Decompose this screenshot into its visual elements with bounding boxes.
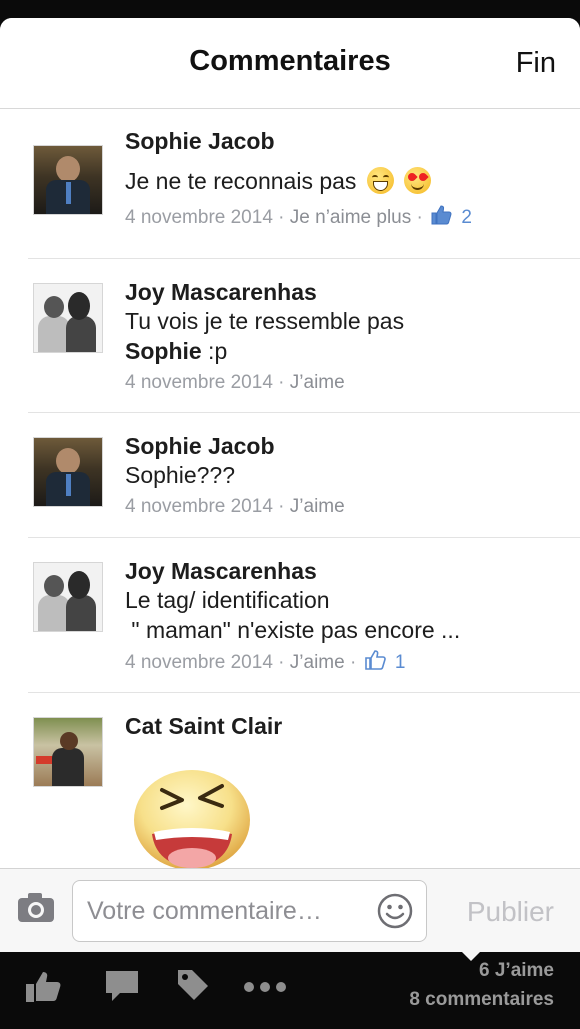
comment-author[interactable]: Sophie Jacob [125, 432, 562, 460]
like-count: 2 [461, 207, 472, 228]
comment-item: Joy Mascarenhas Le tag/ identification "… [28, 538, 580, 693]
comment-body-line: " maman" n'existe pas encore ... [125, 617, 461, 643]
comment-meta: 4 novembre 2014 · J’aime [125, 372, 345, 393]
comment-meta: 4 novembre 2014 · Je n’aime plus · 2 [125, 204, 562, 234]
comment-author[interactable]: Joy Mascarenhas [125, 278, 562, 306]
comments-sheet: Commentaires Fin Sophie Jacob Je ne te r… [0, 18, 580, 952]
avatar[interactable] [33, 437, 103, 507]
comment-item: Sophie Jacob Sophie??? 4 novembre 2014 ·… [28, 413, 580, 538]
comment-body-line: Tu vois je te ressemble pas [125, 308, 405, 334]
comment-input[interactable]: Votre commentaire… [72, 880, 427, 942]
bottom-action-bar: 6 J’aime 8 commentaires [0, 952, 580, 1029]
unlike-button[interactable]: Je n’aime plus [290, 207, 411, 228]
header: Commentaires Fin [0, 18, 580, 109]
comment-body-line: :p [201, 338, 228, 364]
comment-text: Le tag/ identification " maman" n'existe… [125, 585, 562, 645]
avatar[interactable] [33, 283, 103, 353]
smiley-icon[interactable] [377, 893, 413, 934]
more-icon[interactable] [243, 980, 287, 998]
heart-eyes-emoji-icon [404, 167, 432, 194]
comment-date: 4 novembre 2014 [125, 372, 273, 393]
comment-meta: 4 novembre 2014 · J’aime [125, 496, 345, 517]
avatar[interactable] [33, 717, 103, 787]
avatar[interactable] [33, 145, 103, 215]
camera-icon[interactable] [17, 891, 55, 928]
comment-author[interactable]: Sophie Jacob [125, 127, 562, 155]
like-button[interactable]: J’aime [290, 372, 345, 393]
page-title: Commentaires [189, 45, 391, 77]
sheet-pointer [458, 948, 484, 961]
avatar[interactable] [33, 562, 103, 632]
done-button[interactable]: Fin [516, 47, 556, 80]
comment-date: 4 novembre 2014 [125, 496, 273, 517]
comment-item: Cat Saint Clair [28, 693, 580, 893]
comment-input-placeholder: Votre commentaire… [87, 897, 322, 925]
publish-button[interactable]: Publier [467, 896, 554, 928]
comment-item: Sophie Jacob Je ne te reconnais pas 4 no… [28, 109, 580, 259]
comment-body-line: Le tag/ identification [125, 587, 330, 613]
laughing-face-sticker-icon[interactable] [132, 764, 252, 872]
comment-text: Tu vois je te ressemble pas Sophie :p [125, 306, 562, 366]
comment-icon[interactable] [104, 968, 140, 1009]
like-icon[interactable] [24, 968, 64, 1009]
comment-text: Je ne te reconnais pas [125, 166, 562, 196]
comment-body: Je ne te reconnais pas [125, 168, 357, 194]
comments-summary[interactable]: 8 commentaires [409, 989, 554, 1011]
likes-summary[interactable]: 6 J’aime [479, 960, 554, 982]
like-button[interactable]: J’aime [290, 496, 345, 517]
comment-item: Joy Mascarenhas Tu vois je te ressemble … [28, 259, 580, 413]
thumbs-up-icon [430, 204, 452, 234]
grinning-face-emoji-icon [366, 167, 394, 194]
comment-composer: Votre commentaire… Publier [0, 868, 580, 952]
comment-author[interactable]: Joy Mascarenhas [125, 557, 562, 585]
comment-meta: 4 novembre 2014 · J’aime · 1 [125, 649, 562, 679]
comment-body: Sophie??? [125, 462, 235, 488]
mention-link[interactable]: Sophie [125, 338, 202, 364]
thumbs-up-outline-icon [364, 649, 386, 679]
comment-list: Sophie Jacob Je ne te reconnais pas 4 no… [0, 109, 580, 893]
like-count: 1 [394, 652, 406, 673]
like-button[interactable]: J’aime [290, 652, 345, 673]
comment-author[interactable]: Cat Saint Clair [125, 712, 562, 740]
tag-icon[interactable] [176, 968, 210, 1007]
comment-date: 4 novembre 2014 [125, 207, 273, 228]
comment-date: 4 novembre 2014 [125, 652, 273, 673]
